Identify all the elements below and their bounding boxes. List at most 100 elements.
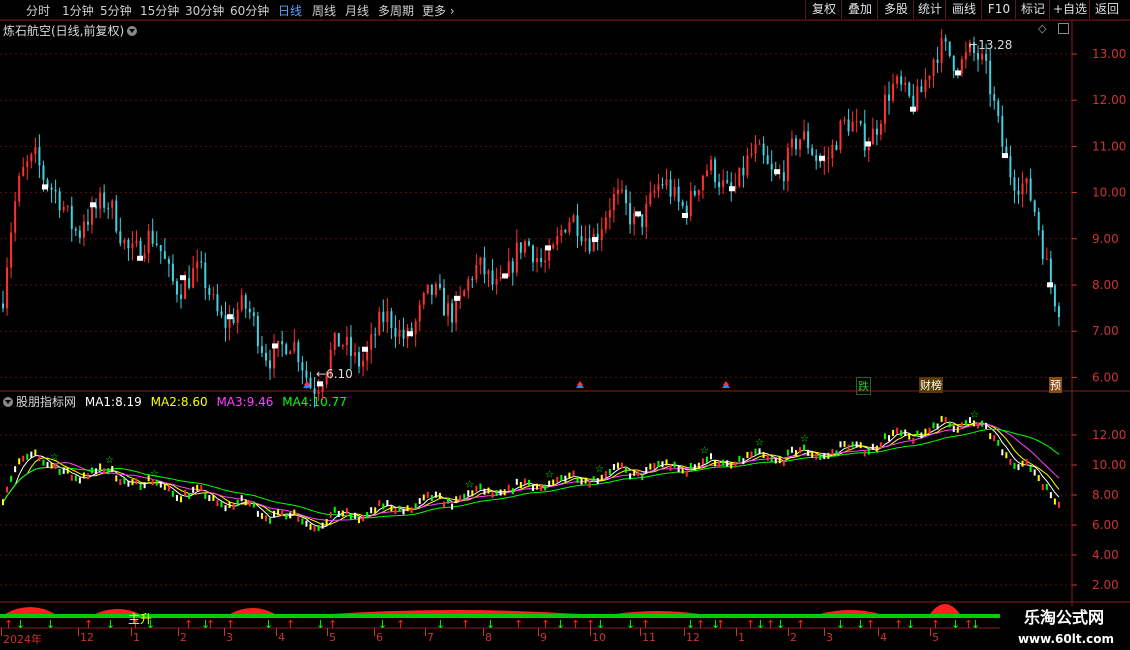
candle-body	[1025, 178, 1028, 184]
candle-body	[584, 238, 587, 242]
indicator-bar	[224, 505, 227, 512]
dropdown-icon[interactable]	[127, 25, 138, 36]
candle-body	[625, 189, 628, 204]
indicator-bar	[329, 511, 332, 518]
candle-body	[1033, 200, 1036, 213]
candle-body	[349, 336, 352, 356]
indicator-bar	[362, 515, 365, 522]
period-tab-1[interactable]: 1分钟	[62, 2, 94, 19]
candle-body	[273, 346, 276, 369]
candle-body	[402, 329, 405, 339]
indicator-bar	[750, 451, 753, 458]
panel-toggle-icon[interactable]	[1058, 23, 1069, 34]
candle-body	[705, 170, 708, 176]
candle-body	[507, 261, 510, 277]
candle-body	[180, 294, 183, 299]
candle-body	[159, 245, 162, 252]
indicator-bar	[256, 510, 259, 517]
signal-marker	[545, 245, 551, 251]
candle-body	[495, 278, 498, 285]
multi-stock-button[interactable]: 多股	[877, 0, 914, 19]
period-tab-more[interactable]: 更多 ›	[422, 2, 455, 19]
draw-line-button[interactable]: 画线	[945, 0, 982, 19]
signal-marker	[42, 184, 48, 190]
candle-body	[115, 200, 118, 232]
indicator-axis-label: 6.00	[1092, 518, 1119, 532]
candle-body	[944, 38, 947, 42]
diamond-icon[interactable]: ◇	[1038, 22, 1046, 35]
indicator-bar	[997, 439, 1000, 446]
time-axis-label: 3	[226, 631, 233, 644]
candle-body	[184, 278, 187, 299]
candle-body	[568, 222, 571, 233]
ma-line	[2, 423, 1060, 522]
indicator-bar	[1041, 483, 1044, 490]
kline-chart[interactable]: ☆ ☆☆☆☆☆☆☆☆ ☆☆ ↑ ↑ ↑ ↑ ↑ ↑ ↑ ↑ ↑ ↑ ↑ ↑ ↑ ↑ ↑ ↑ ↑ ↑ ↑ ↑ ↑ ↑ ↑ ↑↓ ↓ ↓ ↓…	[0, 0, 1130, 650]
period-tab-multi[interactable]: 多周期	[378, 2, 414, 19]
candle-body	[908, 82, 911, 96]
indicator-bar	[867, 448, 870, 455]
candle-body	[803, 131, 806, 140]
candle-body	[447, 303, 450, 316]
trend-hump	[230, 608, 275, 614]
back-button[interactable]: 返回	[1089, 0, 1124, 19]
period-tab-5[interactable]: 60分钟	[230, 2, 269, 19]
candle-body	[592, 233, 595, 252]
period-tab-monthly[interactable]: 月线	[345, 2, 369, 19]
indicator-bar	[936, 423, 939, 430]
candle-body	[358, 352, 361, 367]
time-axis-label: 2024年	[3, 633, 42, 646]
indicator-bar	[616, 462, 619, 469]
indicator-bar	[491, 491, 494, 498]
indicator-bar	[568, 472, 571, 479]
f10-button[interactable]: F10	[981, 0, 1016, 19]
indicator-bar	[236, 499, 239, 506]
stats-button[interactable]: 统计	[913, 0, 946, 19]
candle-body	[932, 59, 935, 77]
add-favorite-button[interactable]: +自选	[1049, 0, 1090, 19]
restore-rights-button[interactable]: 复权	[805, 0, 842, 19]
event-tag-forecast[interactable]: 预	[1049, 377, 1062, 393]
price-axis-label: 6.00	[1092, 370, 1119, 384]
period-tab-daily[interactable]: 日线	[278, 2, 302, 19]
period-tab-0[interactable]: 分时	[26, 2, 50, 19]
up-arrow-icon: ↑	[641, 618, 650, 631]
indicator-bar	[972, 420, 975, 427]
price-axis-label: 12.00	[1092, 93, 1126, 107]
time-axis-label: 8	[485, 631, 492, 644]
candle-body	[815, 155, 818, 161]
down-arrow-icon: ↓	[201, 618, 210, 631]
candle-body	[1057, 306, 1060, 318]
indicator-bar	[414, 503, 417, 510]
overlay-button[interactable]: 叠加	[841, 0, 878, 19]
indicator-bar	[948, 421, 951, 428]
period-tab-4[interactable]: 30分钟	[185, 2, 224, 19]
time-axis-tick	[327, 628, 328, 636]
dropdown-icon[interactable]	[3, 396, 13, 407]
candle-body	[762, 143, 765, 156]
event-tag-finance[interactable]: 财榜	[919, 377, 943, 393]
mark-button[interactable]: 标记	[1015, 0, 1050, 19]
period-tab-weekly[interactable]: 周线	[312, 2, 336, 19]
indicator-bar	[774, 457, 777, 464]
candle-body	[366, 349, 369, 361]
period-tab-3[interactable]: 15分钟	[140, 2, 179, 19]
indicator-bar	[532, 484, 534, 491]
indicator-bar	[78, 477, 81, 484]
candle-body	[30, 154, 33, 162]
event-tag-drop[interactable]: 跌	[856, 377, 871, 395]
indicator-bar	[1025, 459, 1028, 466]
period-tab-2[interactable]: 5分钟	[100, 2, 132, 19]
candle-body	[1049, 258, 1052, 286]
price-axis-label: 8.00	[1092, 278, 1119, 292]
indicator-title[interactable]: 股朋指标网 MA1:8.19 MA2:8.60 MA3:9.46 MA4:10.…	[3, 393, 347, 410]
candle-body	[738, 167, 741, 187]
indicator-bar	[523, 478, 526, 485]
indicator-bar	[46, 461, 49, 468]
candle-body	[778, 172, 781, 174]
chart-title[interactable]: 炼石航空(日线,前复权)	[3, 22, 138, 39]
indicator-bar	[240, 495, 243, 502]
indicator-bar	[66, 467, 69, 474]
candle-body	[859, 121, 862, 124]
indicator-bar	[475, 485, 478, 492]
